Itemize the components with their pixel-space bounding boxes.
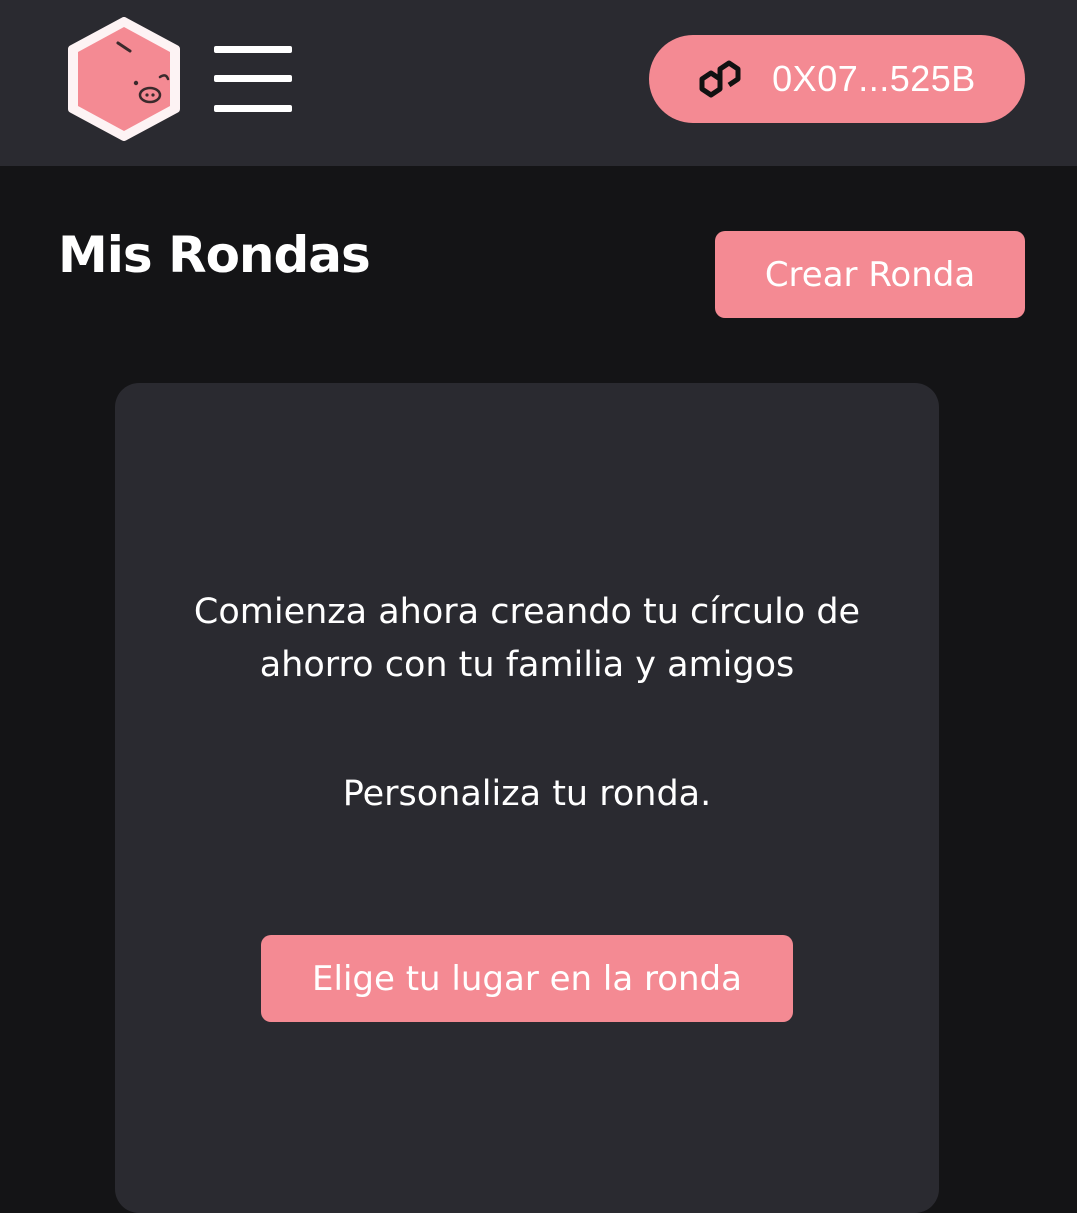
create-round-button[interactable]: Crear Ronda [715, 231, 1025, 318]
polygon-icon [699, 60, 741, 98]
pig-logo-icon[interactable] [66, 17, 182, 141]
top-bar: 0X07...525B [0, 0, 1077, 166]
hamburger-menu-icon[interactable] [214, 44, 292, 114]
empty-state-subtitle: Personaliza tu ronda. [342, 774, 712, 814]
empty-state-card: Comienza ahora creando tu círculo de aho… [115, 383, 939, 1213]
page-title: Mis Rondas [58, 226, 371, 284]
empty-state-message: Comienza ahora creando tu círculo de aho… [193, 592, 861, 685]
wallet-address: 0X07...525B [772, 58, 976, 99]
choose-place-button[interactable]: Elige tu lugar en la ronda [261, 935, 793, 1022]
wallet-address-button[interactable]: 0X07...525B [649, 35, 1025, 123]
